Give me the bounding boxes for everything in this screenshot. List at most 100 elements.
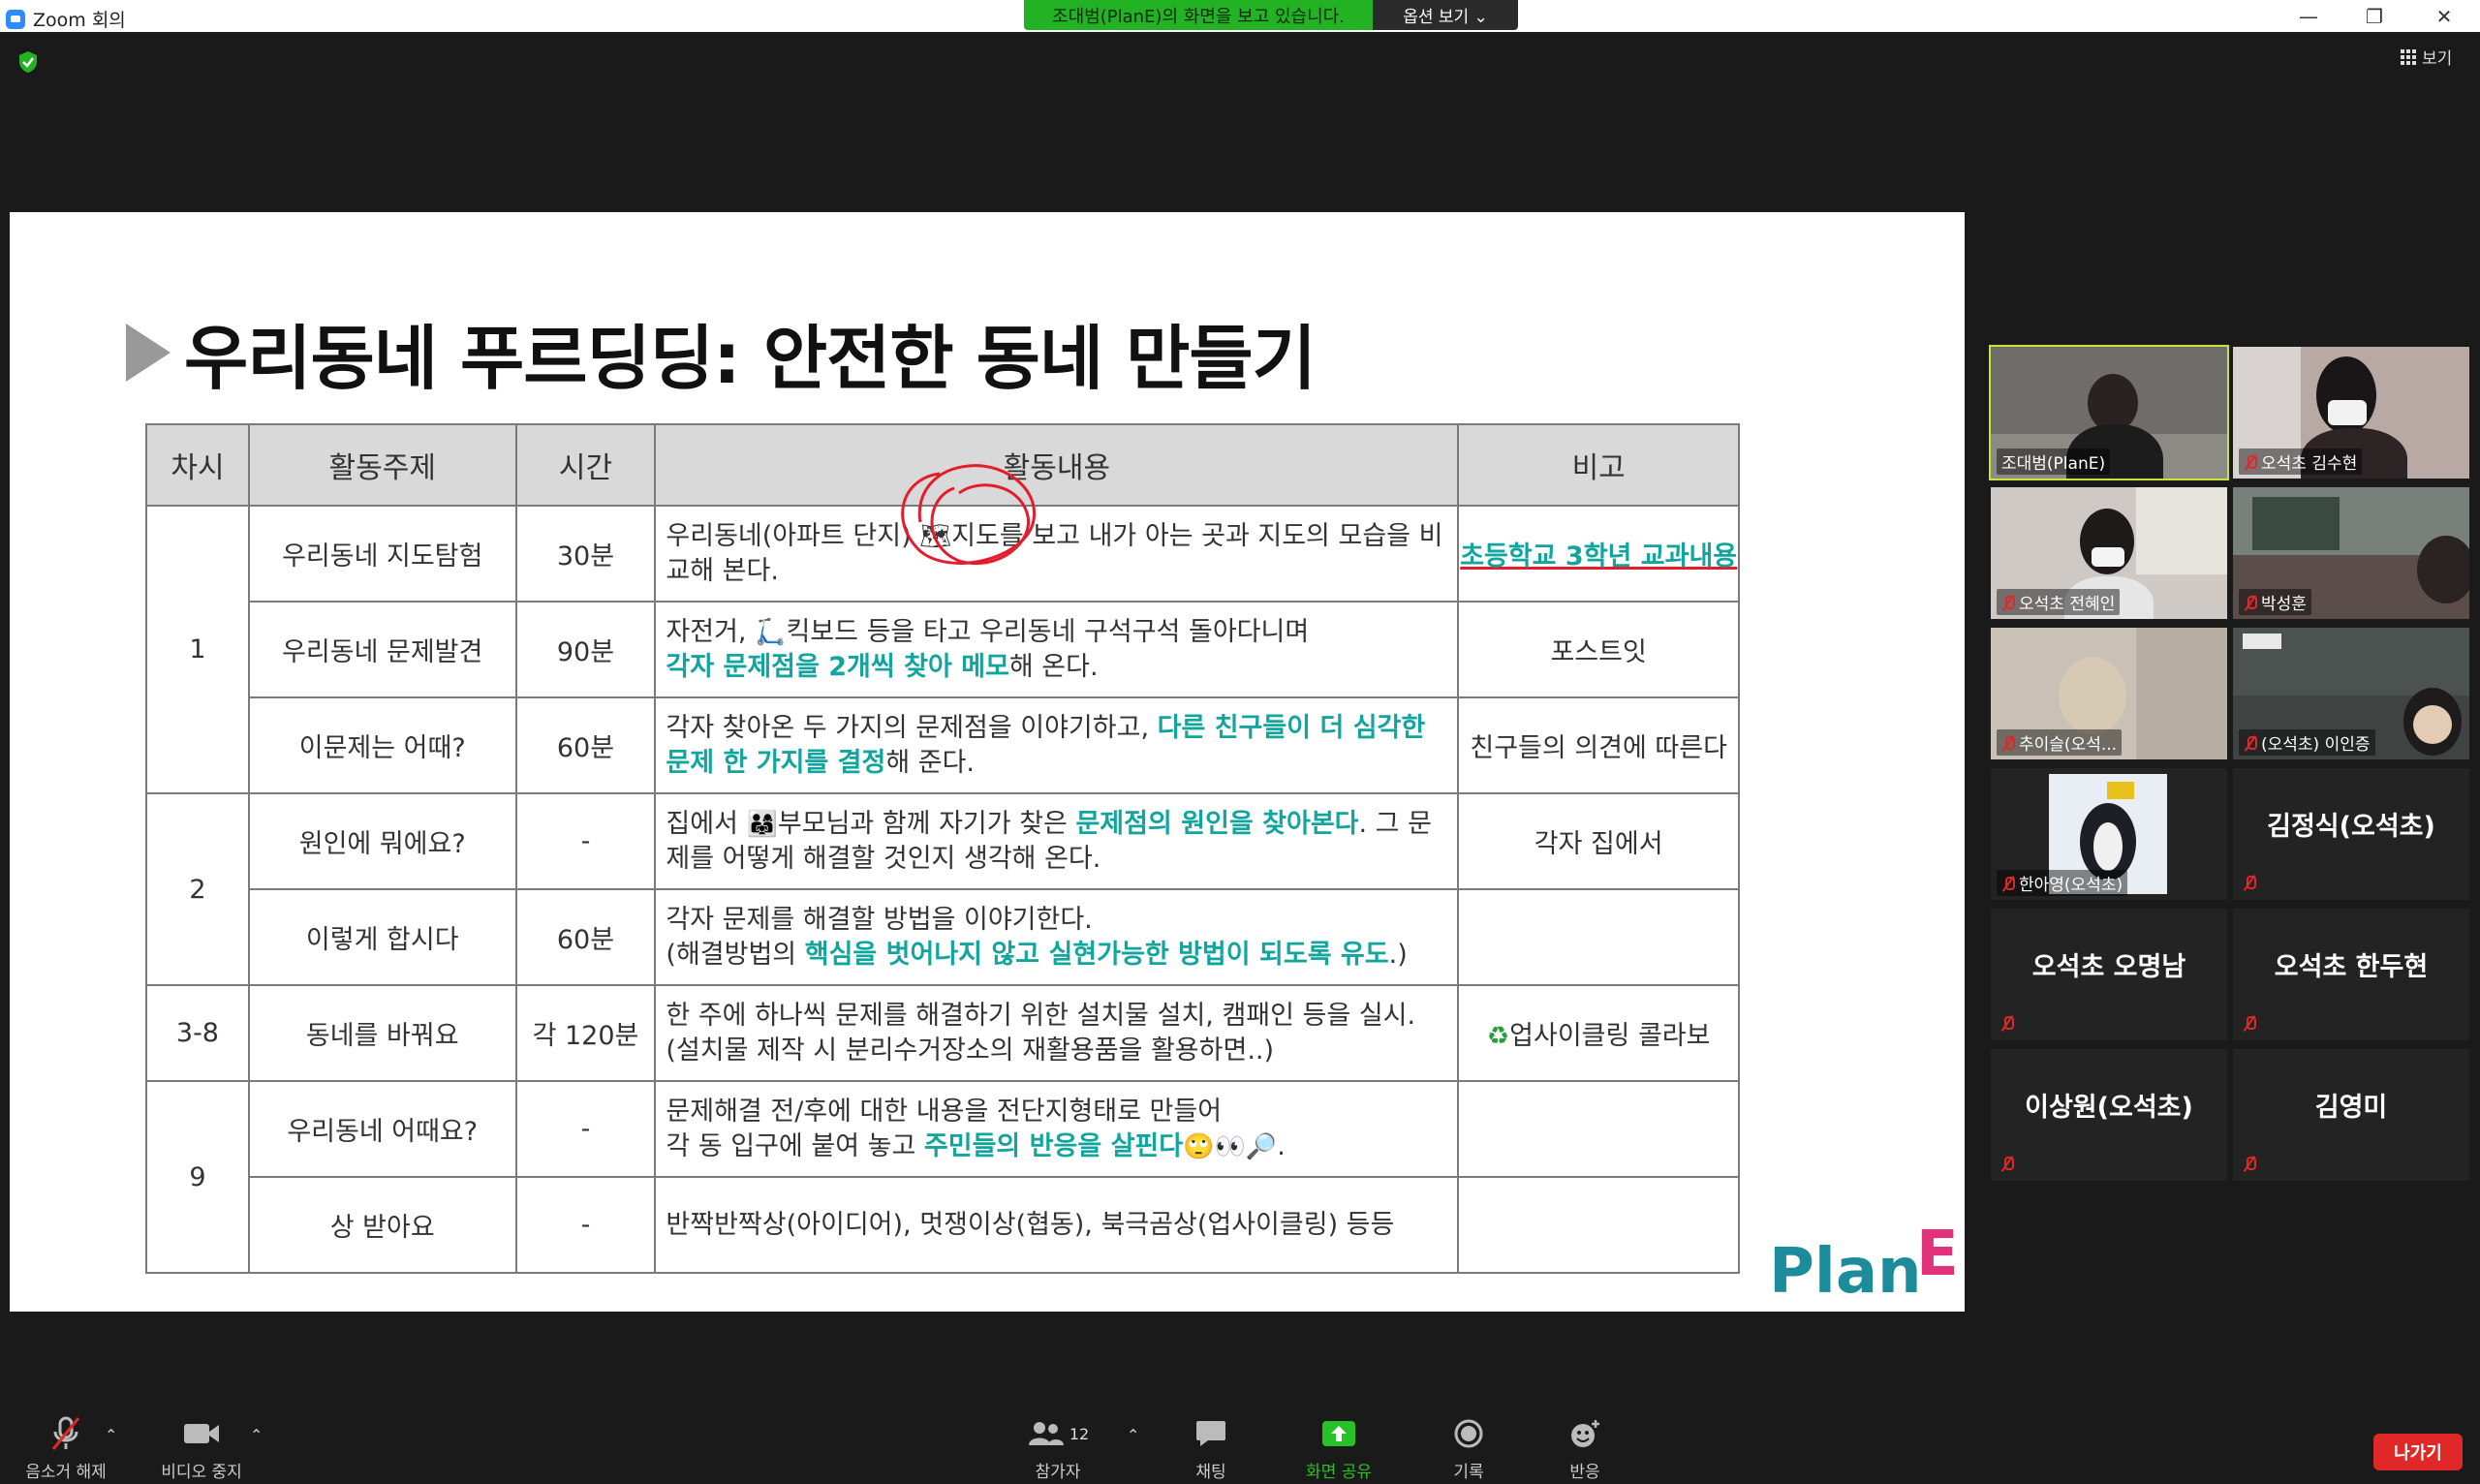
- content-highlight: 문제점의 원인을 찾아본다: [1075, 808, 1359, 839]
- reactions-button[interactable]: 반응: [1527, 1407, 1643, 1484]
- session-cell: 3-8: [145, 984, 250, 1082]
- participants-button[interactable]: 12 참가자: [1000, 1407, 1116, 1484]
- time-cell: 각 120분: [514, 984, 657, 1082]
- participant-tile[interactable]: 조대범(PlanE): [1989, 345, 2229, 480]
- note-cell: 포스트잇: [1457, 601, 1740, 698]
- note-cell: 초등학교 3학년 교과내용: [1457, 505, 1740, 603]
- content-text: 집에서: [666, 808, 747, 839]
- activity-plan-table: 차시 활동주제 시간 활동내용 비고 1 우리동네 지도탐험 30분 우리동네(…: [145, 423, 1740, 1274]
- meeting-toolbar: 음소거 해제 ⌃ 비디오 중지 ⌃ 12 참가자 ⌃ 채팅 화면 공유 기록 반…: [0, 1407, 2480, 1484]
- participant-tile[interactable]: 이상원(오석초): [1991, 1049, 2227, 1181]
- table-header: 시간: [514, 423, 657, 507]
- content-text: 해 준다.: [885, 747, 976, 778]
- content-text: 문제해결 전/후에 대한 내용을 전단지형태로 만들어: [666, 1096, 1223, 1127]
- participant-name: (오석초) 이인증: [2239, 729, 2375, 756]
- topic-cell: 우리동네 어때요?: [247, 1080, 517, 1178]
- security-shield-icon[interactable]: [17, 50, 39, 74]
- participant-name: 오석초 김수현: [2239, 448, 2363, 475]
- table-header: 활동내용: [654, 423, 1460, 507]
- svg-text:E: E: [1916, 1219, 1959, 1290]
- muted-mic-icon: [49, 1415, 82, 1452]
- chat-bubble-icon: [1194, 1415, 1227, 1452]
- participant-tile[interactable]: 오석초 김수현: [2233, 347, 2469, 479]
- chat-button[interactable]: 채팅: [1153, 1407, 1269, 1484]
- table-header: 활동주제: [247, 423, 517, 507]
- participant-tile[interactable]: 김영미: [2233, 1049, 2469, 1181]
- table-row: 2 원인에 뭐에요? - 집에서 👨‍👩‍👧부모님과 함께 자기가 찾은 문제점…: [145, 792, 1740, 986]
- minimize-icon[interactable]: —: [2277, 0, 2340, 32]
- reactions-label: 반응: [1569, 1463, 1600, 1482]
- participant-tile[interactable]: 한아영(오석초): [1991, 768, 2227, 900]
- topic-cell: 이문제는 어때?: [247, 696, 517, 794]
- content-text: 우리동네(아파트 단지): [666, 520, 920, 551]
- content-cell: 자전거, 🛴킥보드 등을 타고 우리동네 구석구석 돌아다니며 각자 문제점을 2…: [654, 601, 1460, 698]
- slide-title: 우리동네 푸르딩딩: 안전한 동네 만들기: [126, 301, 1317, 403]
- audio-options-chevron-icon[interactable]: ⌃: [105, 1426, 117, 1444]
- stop-video-button[interactable]: 비디오 중지: [143, 1407, 260, 1484]
- participant-name-text: 추이슬(오석...: [2019, 735, 2118, 755]
- participant-tile[interactable]: 오석초 오명남: [1991, 909, 2227, 1040]
- gallery-view-button[interactable]: 보기: [2401, 45, 2452, 69]
- note-cell: [1457, 1080, 1740, 1178]
- participants-label: 참가자: [1035, 1463, 1081, 1482]
- participant-tile[interactable]: 추이슬(오석...: [1991, 628, 2227, 759]
- session-cell: 1: [145, 505, 250, 794]
- muted-mic-icon: [2001, 876, 2015, 891]
- time-cell: 90분: [514, 601, 657, 698]
- content-cell: 각자 찾아온 두 가지의 문제점을 이야기하고, 다른 친구들이 더 심각한 문…: [654, 696, 1460, 794]
- muted-mic-icon: [2243, 875, 2256, 890]
- participant-tile[interactable]: 박성훈: [2233, 487, 2469, 619]
- share-screen-label: 화면 공유: [1306, 1463, 1372, 1482]
- participant-tile[interactable]: (오석초) 이인증: [2233, 628, 2469, 759]
- content-text: .: [1277, 1130, 1286, 1161]
- note-cell: 친구들의 의견에 따른다: [1457, 696, 1740, 794]
- restore-icon[interactable]: ❐: [2342, 0, 2406, 32]
- close-icon[interactable]: ✕: [2412, 0, 2476, 32]
- table-row: 1 우리동네 지도탐험 30분 우리동네(아파트 단지) 🗺지도를 보고 내가 …: [145, 505, 1740, 794]
- share-screen-button[interactable]: 화면 공유: [1281, 1407, 1397, 1484]
- triangle-bullet-icon: [126, 323, 170, 382]
- participant-count: 12: [1069, 1424, 1090, 1443]
- muted-mic-icon: [2244, 735, 2257, 751]
- record-icon: [1453, 1415, 1484, 1452]
- participant-name: 김영미: [2314, 1093, 2388, 1123]
- view-options-button[interactable]: 옵션 보기 ⌄: [1373, 0, 1518, 30]
- share-banner: 조대범(PlanE)의 화면을 보고 있습니다.: [1024, 0, 1373, 30]
- view-button-label: 보기: [2422, 49, 2453, 69]
- table-header-row: 차시 활동주제 시간 활동내용 비고: [145, 423, 1740, 507]
- family-emoji-icon: 👨‍👩‍👧: [746, 809, 778, 839]
- participant-name: 김정식(오석초): [2267, 812, 2435, 842]
- participant-name-text: (오석초) 이인증: [2261, 735, 2371, 755]
- map-emoji-icon: 🗺: [919, 521, 952, 551]
- unmute-label: 음소거 해제: [25, 1463, 107, 1482]
- slide-title-text: 우리동네 푸르딩딩: 안전한 동네 만들기: [184, 318, 1317, 399]
- zoom-logo-icon: [6, 9, 25, 29]
- content-cell: 각자 문제를 해결할 방법을 이야기한다. (해결방법의 핵심을 벗어나지 않고 …: [654, 888, 1460, 986]
- participants-options-chevron-icon[interactable]: ⌃: [1127, 1426, 1139, 1444]
- participant-name-text: 오석초 전혜인: [2019, 595, 2116, 614]
- participant-tile[interactable]: 김정식(오석초): [2233, 768, 2469, 900]
- participant-name: 박성훈: [2239, 589, 2311, 615]
- content-cell: 한 주에 하나씩 문제를 해결하기 위한 설치물 설치, 캠패인 등을 실시. (…: [654, 984, 1460, 1082]
- participant-name: 오석초 한두현: [2274, 952, 2429, 982]
- time-cell: -: [514, 1176, 657, 1274]
- session-cell: 2: [145, 792, 250, 986]
- participant-name: 조대범(PlanE): [1997, 448, 2111, 475]
- leave-meeting-button[interactable]: 나가기: [2373, 1434, 2463, 1470]
- note-cell: [1457, 888, 1740, 986]
- note-cell: ♻업사이클링 콜라보: [1457, 984, 1740, 1082]
- record-button[interactable]: 기록: [1410, 1407, 1527, 1484]
- participant-tile[interactable]: 오석초 전혜인: [1991, 487, 2227, 619]
- shared-screen-slide: 우리동네 푸르딩딩: 안전한 동네 만들기 차시 활동주제 시간 활동내용 비고…: [10, 212, 1965, 1312]
- video-options-chevron-icon[interactable]: ⌃: [250, 1426, 263, 1444]
- smiley-plus-icon: [1568, 1415, 1601, 1452]
- content-text: 부모님과 함께 자기가 찾은: [777, 808, 1076, 839]
- recycle-emoji-icon: ♻: [1486, 1022, 1510, 1051]
- time-cell: 30분: [514, 505, 657, 603]
- unmute-button[interactable]: 음소거 해제: [8, 1407, 124, 1484]
- note-highlight: 초등학교 3학년 교과내용: [1460, 541, 1738, 572]
- time-cell: 60분: [514, 888, 657, 986]
- content-text: .): [1388, 939, 1408, 970]
- table-row: 우리동네 문제발견 90분 자전거, 🛴킥보드 등을 타고 우리동네 구석구석 …: [146, 601, 1740, 698]
- participant-tile[interactable]: 오석초 한두현: [2233, 909, 2469, 1040]
